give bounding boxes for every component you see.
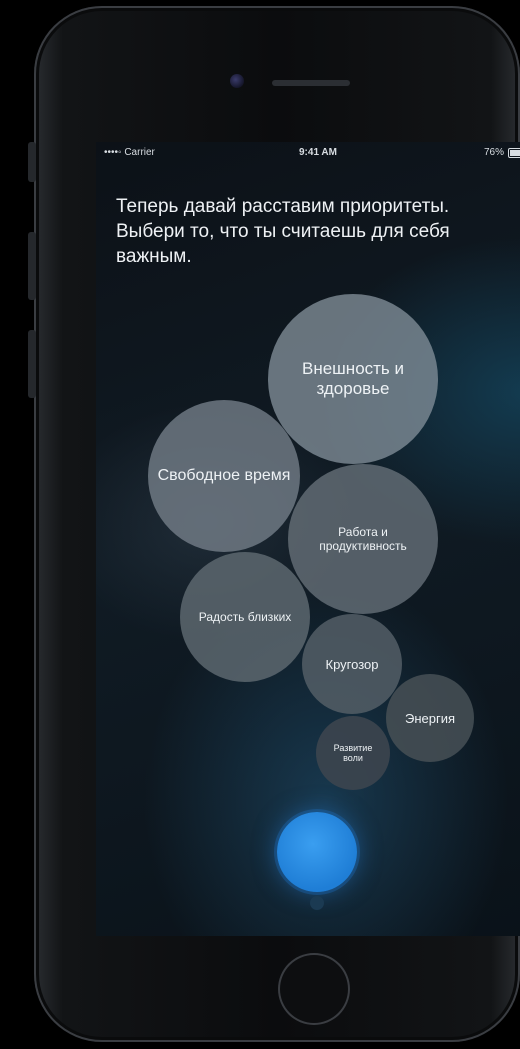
clock: 9:41 AM — [299, 147, 337, 158]
bubble-energy[interactable]: Энергия — [386, 674, 474, 762]
bubble-label: Развитие воли — [333, 743, 373, 763]
status-bar: ••••◦ Carrier 9:41 AM 76% — [96, 142, 520, 162]
bubble-free-time[interactable]: Свободное время — [148, 400, 300, 552]
page-indicator-dot — [310, 896, 324, 910]
bubble-label: Кругозор — [325, 656, 379, 672]
front-camera — [230, 74, 244, 88]
battery-percent: 76% — [483, 147, 504, 158]
volume-up-button[interactable] — [28, 232, 36, 300]
battery-indicator: 76% — [484, 147, 520, 158]
mute-switch[interactable] — [28, 142, 36, 182]
bubble-horizons[interactable]: Кругозор — [302, 614, 402, 714]
bubble-appearance-health[interactable]: Внешность и здоровье — [268, 294, 438, 464]
bubble-joy-of-loved-ones[interactable]: Радость близких — [180, 552, 310, 682]
phone-frame: ••••◦ Carrier 9:41 AM 76% Теперь давай р… — [34, 6, 520, 1042]
bubble-label: Свободное время — [157, 467, 291, 484]
bubble-label: Энергия — [404, 710, 456, 726]
bubble-willpower[interactable]: Развитие воли — [316, 716, 390, 790]
volume-down-button[interactable] — [28, 330, 36, 398]
earpiece-speaker — [272, 80, 350, 86]
priority-prompt: Теперь давай расставим приоритеты. Выбер… — [116, 196, 450, 267]
battery-icon — [508, 147, 520, 158]
microphone-button[interactable] — [277, 812, 357, 892]
app-screen: ••••◦ Carrier 9:41 AM 76% Теперь давай р… — [96, 142, 520, 936]
home-button[interactable] — [278, 953, 350, 1025]
bubble-label: Радость близких — [198, 610, 292, 624]
bubble-work-productivity[interactable]: Работа и продуктивность — [288, 464, 438, 614]
bubble-label: Внешность и здоровье — [301, 359, 405, 398]
bubble-label: Работа и продуктивность — [319, 525, 407, 553]
